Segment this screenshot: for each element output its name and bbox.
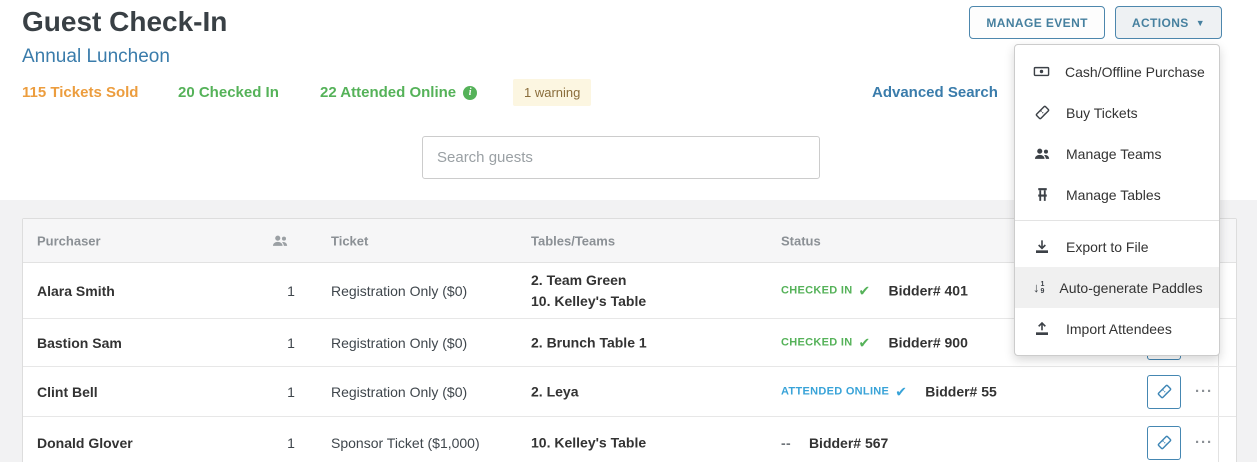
users-icon: [1033, 146, 1051, 162]
menu-item-label: Buy Tickets: [1066, 104, 1138, 121]
ticket-column-header[interactable]: Ticket: [331, 233, 368, 248]
table-row: Clint Bell 1 Registration Only ($0) 2. Leya…: [23, 367, 1236, 417]
purchaser-name[interactable]: Clint Bell: [37, 384, 98, 400]
purchaser-column-header[interactable]: Purchaser: [37, 233, 101, 248]
status-cell: ATTENDED ONLINE ✔ Bidder# 55: [781, 383, 997, 400]
ticket-type: Registration Only ($0): [331, 383, 468, 400]
bidder-number: Bidder# 567: [808, 434, 889, 451]
more-options-button[interactable]: ···: [1195, 383, 1213, 400]
menu-item-manage-teams[interactable]: Manage Teams: [1015, 133, 1219, 174]
attended-online-stat: 22 Attended Online i: [320, 84, 478, 101]
menu-item-auto-generate-paddles[interactable]: ↓ 1 9 Auto-generate Paddles: [1015, 267, 1219, 308]
check-icon: ✔: [858, 282, 871, 298]
ticket-type: Sponsor Ticket ($1,000): [331, 434, 480, 451]
menu-item-cash-offline-purchase[interactable]: Cash/Offline Purchase: [1015, 51, 1219, 92]
status-badge: --: [781, 434, 791, 451]
issue-ticket-button[interactable]: [1147, 425, 1181, 460]
tables-teams: 2. Team Green 10. Kelley's Table: [531, 271, 647, 309]
menu-divider: [1015, 220, 1219, 221]
purchaser-name[interactable]: Bastion Sam: [37, 335, 122, 351]
tables-teams-column-header[interactable]: Tables/Teams: [531, 233, 615, 248]
actions-label: ACTIONS: [1131, 15, 1189, 30]
tables-teams: 2. Leya: [531, 383, 579, 399]
ticket-count: 1: [287, 334, 295, 351]
bidder-number: Bidder# 900: [888, 334, 968, 351]
menu-item-manage-tables[interactable]: Manage Tables: [1015, 174, 1219, 215]
purchaser-name[interactable]: Donald Glover: [37, 435, 133, 451]
info-icon[interactable]: i: [463, 85, 478, 100]
event-name-link[interactable]: Annual Luncheon: [22, 46, 170, 68]
ticket-type: Registration Only ($0): [331, 282, 468, 299]
ticket-count: 1: [287, 434, 295, 451]
ticket-icon: [1033, 104, 1051, 121]
ticket-icon: [1156, 434, 1173, 451]
tables-teams: 10. Kelley's Table: [531, 434, 647, 450]
status-badge: CHECKED IN ✔: [781, 334, 871, 350]
tables-teams: 2. Brunch Table 1: [531, 334, 647, 350]
check-icon: ✔: [895, 383, 908, 399]
money-bill-icon: [1033, 63, 1050, 80]
download-icon: [1033, 239, 1051, 255]
more-options-button[interactable]: ···: [1195, 434, 1213, 451]
menu-item-label: Auto-generate Paddles: [1059, 279, 1203, 296]
attended-online-label: 22 Attended Online: [320, 84, 457, 101]
manage-event-button[interactable]: MANAGE EVENT: [969, 6, 1105, 39]
bidder-number: Bidder# 401: [888, 282, 968, 299]
actions-menu: Cash/Offline Purchase Buy Tickets Manage T…: [1014, 44, 1220, 356]
ticket-type: Registration Only ($0): [331, 334, 468, 351]
manage-event-label: MANAGE EVENT: [986, 15, 1088, 30]
sort-numeric-icon: ↓ 1 9: [1033, 280, 1045, 295]
table-row: Donald Glover 1 Sponsor Ticket ($1,000) 10.…: [23, 417, 1236, 462]
header-buttons: MANAGE EVENT ACTIONS ▼: [969, 6, 1222, 39]
warning-badge[interactable]: 1 warning: [513, 79, 592, 106]
row-actions: ···: [1147, 374, 1213, 409]
search-input[interactable]: [422, 136, 820, 179]
purchaser-name[interactable]: Alara Smith: [37, 283, 115, 299]
actions-button[interactable]: ACTIONS ▼: [1114, 6, 1222, 39]
check-icon: ✔: [858, 334, 871, 350]
status-cell: CHECKED IN ✔ Bidder# 401: [781, 282, 968, 299]
ticket-count: 1: [287, 282, 295, 299]
column-divider: [1218, 367, 1219, 416]
issue-ticket-button[interactable]: [1147, 374, 1181, 409]
menu-item-label: Manage Tables: [1066, 186, 1161, 203]
caret-down-icon: ▼: [1195, 18, 1205, 28]
row-actions: ···: [1147, 425, 1213, 460]
column-divider: [1218, 417, 1219, 462]
upload-icon: [1033, 321, 1051, 337]
table-icon: [1033, 186, 1051, 203]
tickets-sold-stat: 115 Tickets Sold: [22, 84, 139, 101]
menu-item-buy-tickets[interactable]: Buy Tickets: [1015, 92, 1219, 133]
menu-item-import-attendees[interactable]: Import Attendees: [1015, 308, 1219, 349]
menu-item-export-to-file[interactable]: Export to File: [1015, 226, 1219, 267]
status-badge: CHECKED IN ✔: [781, 282, 871, 298]
status-badge: ATTENDED ONLINE ✔: [781, 383, 908, 399]
ticket-icon: [1156, 383, 1173, 400]
checked-in-stat: 20 Checked In: [178, 84, 279, 101]
menu-item-label: Import Attendees: [1066, 320, 1172, 337]
status-cell: -- Bidder# 567: [781, 435, 888, 451]
status-column-header[interactable]: Status: [781, 233, 821, 248]
bidder-number: Bidder# 55: [925, 383, 997, 400]
status-cell: CHECKED IN ✔ Bidder# 900: [781, 334, 968, 351]
users-icon: [271, 233, 311, 249]
menu-item-label: Cash/Offline Purchase: [1065, 63, 1205, 80]
page-title: Guest Check-In: [22, 6, 228, 37]
menu-item-label: Export to File: [1066, 238, 1149, 255]
menu-item-label: Manage Teams: [1066, 145, 1162, 162]
advanced-search-link[interactable]: Advanced Search: [872, 84, 998, 101]
ticket-count: 1: [287, 383, 295, 400]
